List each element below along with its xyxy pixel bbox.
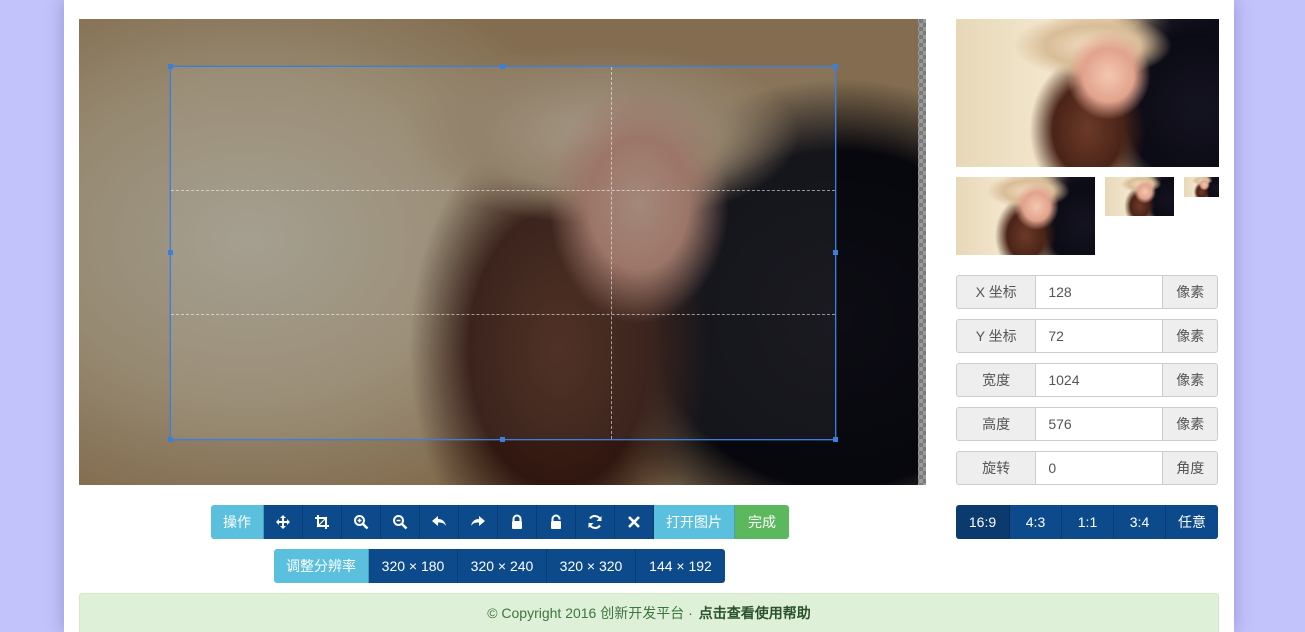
resolution-label-button[interactable]: 调整分辨率 <box>274 549 369 583</box>
x-coordinate-group: X 坐标 128 像素 <box>956 275 1218 309</box>
resolution-320x180-button[interactable]: 320 × 180 <box>369 549 458 583</box>
width-unit: 像素 <box>1162 363 1218 397</box>
crop-handle-nw[interactable] <box>168 64 173 69</box>
rotate-input[interactable]: 0 <box>1036 451 1163 485</box>
crop-handle-n[interactable] <box>500 64 505 69</box>
crop-box[interactable] <box>168 64 838 442</box>
reset-icon <box>588 515 602 529</box>
crop-guide-vertical <box>611 67 612 439</box>
x-coordinate-label: X 坐标 <box>956 275 1037 309</box>
crop-handle-ne[interactable] <box>833 64 838 69</box>
unlock-button[interactable] <box>537 505 576 539</box>
resolution-group: 调整分辨率 320 × 180 320 × 240 320 × 320 144 … <box>274 549 725 583</box>
open-image-button[interactable]: 打开图片 <box>654 505 735 539</box>
width-input[interactable]: 1024 <box>1036 363 1163 397</box>
lock-button[interactable] <box>498 505 537 539</box>
copyright-text: © Copyright 2016 创新开发平台 · <box>487 605 693 621</box>
height-unit: 像素 <box>1162 407 1218 441</box>
ratio-3-4-button[interactable]: 3:4 <box>1114 505 1166 539</box>
unlock-icon <box>551 514 561 529</box>
y-coordinate-label: Y 坐标 <box>956 319 1037 353</box>
width-label: 宽度 <box>956 363 1037 397</box>
crop-handle-e[interactable] <box>833 250 838 255</box>
reset-button[interactable] <box>576 505 615 539</box>
crop-icon <box>315 515 329 529</box>
rotate-group: 旋转 0 角度 <box>956 451 1218 485</box>
width-group: 宽度 1024 像素 <box>956 363 1218 397</box>
ratio-16-9-button[interactable]: 16:9 <box>956 505 1010 539</box>
operate-button[interactable]: 操作 <box>211 505 264 539</box>
rotate-left-button[interactable] <box>420 505 459 539</box>
crop-guide-horizontal <box>171 190 835 191</box>
height-label: 高度 <box>956 407 1037 441</box>
height-input[interactable]: 576 <box>1036 407 1163 441</box>
preview-image <box>956 19 1219 167</box>
zoom-out-button[interactable] <box>381 505 420 539</box>
resolution-320x240-button[interactable]: 320 × 240 <box>458 549 547 583</box>
rotate-unit: 角度 <box>1162 451 1218 485</box>
zoom-out-icon <box>393 515 408 530</box>
preview-image <box>1184 177 1219 197</box>
cropper-canvas[interactable] <box>79 19 926 485</box>
crop-handle-se[interactable] <box>833 437 838 442</box>
rotate-label: 旋转 <box>956 451 1037 485</box>
preview-tiny <box>1184 177 1219 197</box>
x-coordinate-unit: 像素 <box>1162 275 1218 309</box>
crop-button[interactable] <box>303 505 342 539</box>
resolution-144x192-button[interactable]: 144 × 192 <box>636 549 725 583</box>
move-button[interactable] <box>264 505 303 539</box>
clear-button[interactable] <box>615 505 654 539</box>
rotate-right-button[interactable] <box>459 505 498 539</box>
ratio-1-1-button[interactable]: 1:1 <box>1062 505 1114 539</box>
resolution-320x320-button[interactable]: 320 × 320 <box>547 549 636 583</box>
ratio-4-3-button[interactable]: 4:3 <box>1010 505 1062 539</box>
crop-handle-s[interactable] <box>500 437 505 442</box>
aspect-ratio-group: 16:9 4:3 1:1 3:4 任意 <box>956 505 1218 539</box>
height-group: 高度 576 像素 <box>956 407 1218 441</box>
preview-image <box>1105 177 1174 216</box>
page-container: X 坐标 128 像素 Y 坐标 72 像素 宽度 1024 像素 高度 576… <box>64 0 1234 632</box>
preview-image <box>956 177 1095 255</box>
rotate-left-icon <box>432 516 446 526</box>
preview-medium <box>956 177 1095 255</box>
y-coordinate-group: Y 坐标 72 像素 <box>956 319 1218 353</box>
lock-icon <box>512 514 522 529</box>
zoom-in-icon <box>354 515 369 530</box>
zoom-in-button[interactable] <box>342 505 381 539</box>
footer: © Copyright 2016 创新开发平台 · 点击查看使用帮助 <box>79 593 1219 632</box>
preview-small <box>1105 177 1174 216</box>
y-coordinate-input[interactable]: 72 <box>1036 319 1163 353</box>
crop-handle-sw[interactable] <box>168 437 173 442</box>
clear-icon <box>628 516 640 528</box>
crop-guide-horizontal <box>171 314 835 315</box>
ratio-free-button[interactable]: 任意 <box>1166 505 1218 539</box>
y-coordinate-unit: 像素 <box>1162 319 1218 353</box>
done-button[interactable]: 完成 <box>735 505 789 539</box>
preview-large <box>956 19 1219 167</box>
move-icon <box>276 515 290 529</box>
crop-handle-w[interactable] <box>168 250 173 255</box>
rotate-right-icon <box>471 516 485 526</box>
help-link[interactable]: 点击查看使用帮助 <box>699 603 811 623</box>
toolbar: 操作 打开图片 完成 <box>211 505 789 539</box>
x-coordinate-input[interactable]: 128 <box>1036 275 1163 309</box>
